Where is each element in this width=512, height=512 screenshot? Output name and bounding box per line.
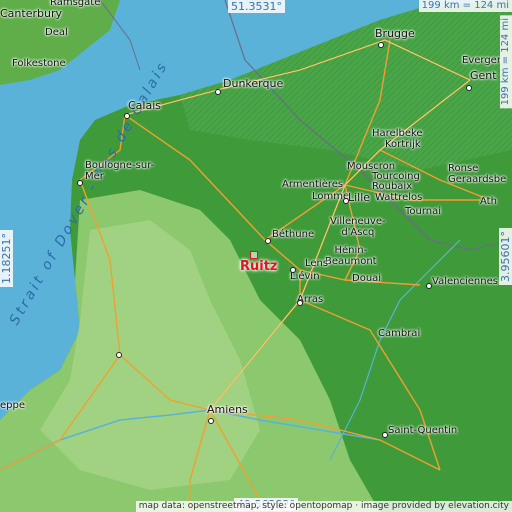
attribution-source: map data: openstreetmap, style: opentopo… — [138, 501, 353, 511]
place-wattrelos[interactable]: Wattrelos — [375, 192, 422, 203]
city-dot-calais — [124, 113, 130, 119]
city-dot-gent — [466, 85, 472, 91]
highlight-marker[interactable] — [250, 251, 258, 259]
place-brugge[interactable]: Brugge — [375, 28, 415, 39]
place-henin[interactable]: Hénin- Beaumont — [325, 245, 377, 267]
place-cambrai[interactable]: Cambrai — [378, 328, 420, 339]
place-geraardsbergen[interactable]: Geraardsbe — [448, 174, 506, 185]
place-villeneuve[interactable]: Villeneuve- d'Ascq — [330, 216, 386, 238]
place-kortrijk[interactable]: Kortrijk — [385, 139, 421, 150]
place-valenciennes[interactable]: Valenciennes — [432, 276, 498, 287]
place-calais[interactable]: Calais — [128, 100, 161, 111]
place-folkestone[interactable]: Folkestone — [12, 58, 66, 69]
place-dieppe[interactable]: eppe — [0, 400, 25, 411]
place-harelbeke[interactable]: Harelbeke — [372, 128, 423, 139]
place-roubaix[interactable]: Roubaix — [372, 181, 412, 192]
coord-top: 51.3531° — [228, 0, 285, 13]
coord-left: 1.18251° — [0, 230, 13, 287]
city-dot-arras — [297, 300, 303, 306]
terrain-map[interactable]: Strait of Dover - Pas de Calais Canterbu… — [0, 0, 512, 512]
city-dot-bethune — [265, 238, 271, 244]
city-dot-abbeville — [116, 352, 122, 358]
place-evergem[interactable]: Everger — [462, 55, 501, 66]
place-boulogne[interactable]: Boulogne-sur- Mer — [85, 160, 154, 182]
place-ronse[interactable]: Ronse — [448, 163, 478, 174]
place-dunkerque[interactable]: Dunkerque — [223, 78, 283, 89]
place-ath[interactable]: Ath — [480, 196, 497, 207]
city-dot-saint-quentin — [382, 432, 388, 438]
place-amiens[interactable]: Amiens — [207, 404, 248, 415]
scale-horizontal: 199 km = 124 mi — [418, 0, 512, 12]
attribution-provider: image provided by elevation.city — [361, 501, 509, 511]
city-dot-brugge — [378, 42, 384, 48]
place-lille[interactable]: Lille — [348, 192, 370, 203]
place-bethune[interactable]: Béthune — [272, 229, 314, 240]
place-saint-quentin[interactable]: Saint-Quentin — [388, 425, 457, 436]
city-dot-valenciennes — [426, 283, 432, 289]
scale-vertical: 199 km = 124 mi — [500, 15, 512, 109]
city-dot-boulogne — [77, 180, 83, 186]
city-dot-dunkerque — [215, 89, 221, 95]
city-dot-lille — [343, 198, 349, 204]
place-ruitz[interactable]: Ruitz — [240, 260, 278, 273]
place-gent[interactable]: Gent — [470, 70, 497, 81]
place-armentieres[interactable]: Armentières — [282, 179, 343, 190]
place-douai[interactable]: Douai — [352, 273, 381, 284]
place-ramsgate[interactable]: Ramsgate — [50, 0, 100, 8]
place-canterbury[interactable]: Canterbury — [0, 8, 62, 19]
coord-right: 3.95601° — [499, 228, 512, 285]
city-dot-amiens — [208, 418, 214, 424]
city-dot-lens — [290, 267, 296, 273]
attribution: map data: openstreetmap, style: opentopo… — [135, 501, 512, 512]
place-tournai[interactable]: Tournai — [405, 206, 441, 217]
place-lens[interactable]: Lens — [305, 258, 328, 269]
place-deal[interactable]: Deal — [45, 27, 68, 38]
